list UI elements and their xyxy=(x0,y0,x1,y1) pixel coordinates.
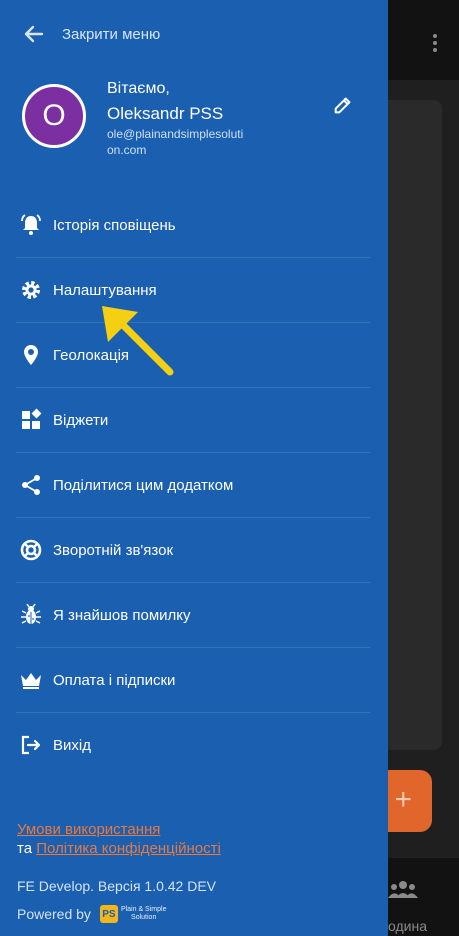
powered-by: Powered by PS Plain & Simple Solution xyxy=(17,905,166,923)
menu-item-feedback[interactable]: Зворотній зв'язок xyxy=(16,518,370,583)
powered-by-text: Powered by xyxy=(17,906,91,922)
bug-icon xyxy=(18,602,44,628)
menu-item-payments-subscriptions[interactable]: Оплата і підписки xyxy=(16,648,370,713)
crown-icon xyxy=(18,667,44,693)
lifebuoy-icon xyxy=(18,537,44,563)
logo-text-line2: Solution xyxy=(131,914,157,921)
menu-item-label: Зворотній зв'язок xyxy=(53,541,174,559)
legal-links: Умови використання та Політика конфіденц… xyxy=(17,820,377,858)
menu-item-label: Оплата і підписки xyxy=(53,671,176,689)
menu-item-notification-history[interactable]: Історія сповіщень xyxy=(16,193,370,258)
menu-item-geolocation[interactable]: Геолокація xyxy=(16,323,370,388)
share-icon xyxy=(18,472,44,498)
logo-text: Plain & Simple Solution xyxy=(121,906,167,922)
more-options-icon[interactable] xyxy=(433,34,437,52)
avatar: O xyxy=(22,84,86,148)
logo-badge: PS xyxy=(99,905,118,923)
menu-item-logout[interactable]: Вихід xyxy=(16,713,370,777)
menu-item-label: Поділитися цим додатком xyxy=(53,476,234,494)
logo-text-line1: Plain & Simple xyxy=(120,906,167,913)
close-menu-button[interactable]: Закрити меню xyxy=(22,20,160,48)
logout-icon xyxy=(18,732,44,758)
menu-item-label: Віджети xyxy=(53,411,109,429)
menu-item-label: Вихід xyxy=(53,736,91,754)
greeting-text: Вітаємо, xyxy=(107,80,170,97)
back-arrow-icon xyxy=(24,25,44,43)
navigation-drawer: Закрити меню O Вітаємо, Oleksandr PSS ol… xyxy=(0,0,388,936)
location-pin-icon xyxy=(18,342,44,368)
user-email: ole@plainandsimplesolution.com xyxy=(107,127,244,157)
user-name: Oleksandr PSS xyxy=(107,104,224,123)
menu-item-label: Я знайшов помилку xyxy=(53,606,191,624)
menu-item-settings[interactable]: Налаштування xyxy=(16,258,370,323)
plus-icon: + xyxy=(394,783,412,816)
bell-icon xyxy=(18,212,44,238)
menu-item-share-app[interactable]: Поділитися цим додатком xyxy=(16,453,370,518)
menu-item-widgets[interactable]: Віджети xyxy=(16,388,370,453)
bottom-nav-label[interactable]: одина xyxy=(388,918,427,934)
privacy-policy-link[interactable]: Політика конфіденційності xyxy=(36,840,221,857)
edit-profile-icon[interactable] xyxy=(332,94,354,116)
menu-item-label: Історія сповіщень xyxy=(53,216,176,234)
gear-icon xyxy=(18,277,44,303)
terms-of-use-link[interactable]: Умови використання xyxy=(17,821,160,838)
annotation-arrow xyxy=(102,306,174,376)
menu-item-label: Налаштування xyxy=(53,281,157,299)
app-version: FE Develop. Версія 1.0.42 DEV xyxy=(17,878,217,894)
close-menu-label: Закрити меню xyxy=(62,25,161,43)
menu-item-report-bug[interactable]: Я знайшов помилку xyxy=(16,583,370,648)
and-text: та xyxy=(17,840,33,857)
widgets-icon xyxy=(18,407,44,433)
drawer-menu: Історія сповіщень Налаштування Геолокаці… xyxy=(16,193,370,777)
group-icon[interactable] xyxy=(388,878,418,902)
company-logo: PS Plain & Simple Solution xyxy=(99,905,167,923)
